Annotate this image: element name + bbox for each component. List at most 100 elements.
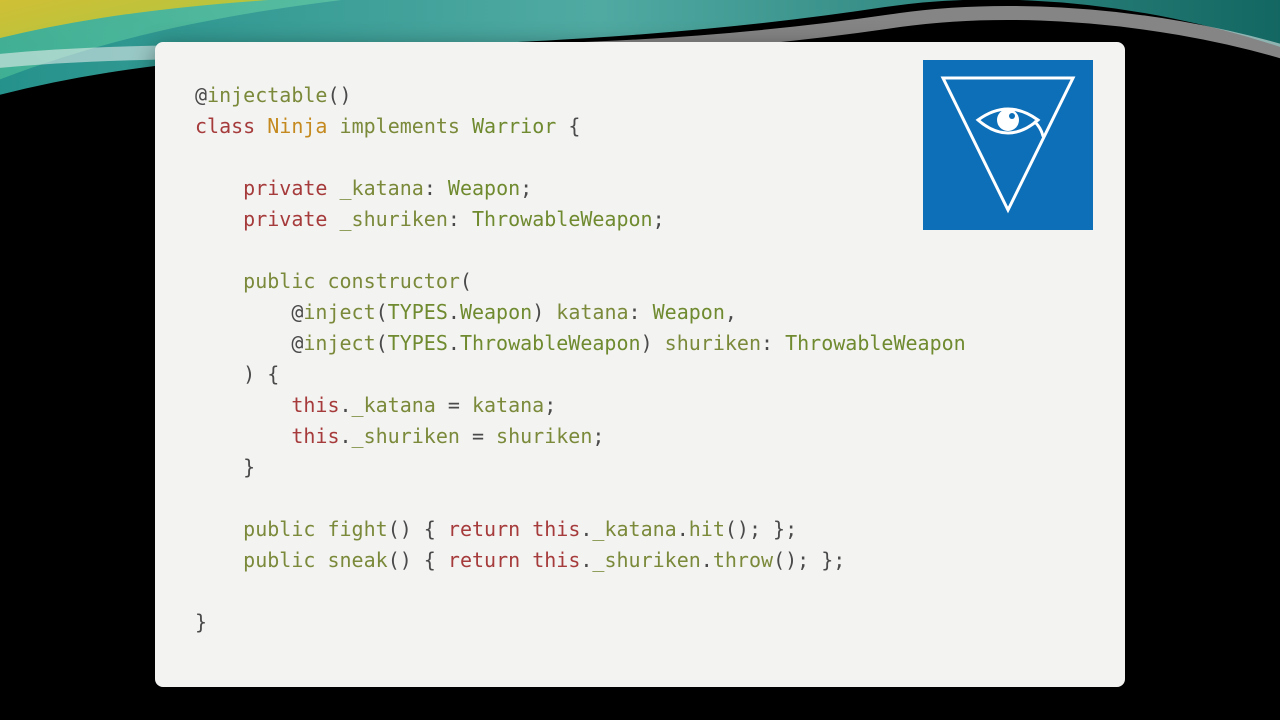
code-token: @ (291, 331, 303, 355)
code-token: : (424, 176, 448, 200)
code-token: this (291, 424, 339, 448)
code-line: private _shuriken: ThrowableWeapon; (195, 207, 665, 231)
code-token: ; (544, 393, 556, 417)
code-token: _katana (352, 393, 436, 417)
code-token (327, 207, 339, 231)
code-token (520, 548, 532, 572)
code-token: ; (592, 424, 604, 448)
code-token: () (327, 83, 351, 107)
code-token: TYPES (388, 300, 448, 324)
code-line: class Ninja implements Warrior { (195, 114, 580, 138)
code-token: public (243, 548, 315, 572)
code-token (255, 114, 267, 138)
code-token: @ (195, 83, 207, 107)
code-line: this._katana = katana; (195, 393, 556, 417)
code-token: ; (520, 176, 532, 200)
code-line: public sneak() { return this._shuriken.t… (195, 548, 845, 572)
code-token: . (340, 424, 352, 448)
code-token (556, 114, 568, 138)
code-token: ThrowableWeapon (472, 207, 653, 231)
code-token: } (195, 610, 207, 634)
code-token: (); }; (725, 517, 797, 541)
code-line: this._shuriken = shuriken; (195, 424, 604, 448)
code-token (195, 455, 243, 479)
code-token: Warrior (472, 114, 556, 138)
code-token: shuriken (496, 424, 592, 448)
code-token: class (195, 114, 255, 138)
code-token: ThrowableWeapon (785, 331, 966, 355)
code-token: return (448, 517, 520, 541)
code-token (195, 424, 291, 448)
code-line: @inject(TYPES.ThrowableWeapon) shuriken:… (195, 331, 966, 355)
code-line: @inject(TYPES.Weapon) katana: Weapon, (195, 300, 737, 324)
code-line: public fight() { return this._katana.hit… (195, 517, 797, 541)
code-token: public (243, 269, 315, 293)
code-token: : (629, 300, 653, 324)
inversifyjs-logo (923, 60, 1093, 230)
code-token: (); }; (773, 548, 845, 572)
code-token (195, 393, 291, 417)
code-token: katana (556, 300, 628, 324)
code-token: , (725, 300, 737, 324)
code-token: _shuriken (352, 424, 460, 448)
code-token: ThrowableWeapon (460, 331, 641, 355)
code-token: this (291, 393, 339, 417)
code-token: @ (291, 300, 303, 324)
code-token: public (243, 517, 315, 541)
code-token (195, 269, 243, 293)
code-token: ( (376, 331, 388, 355)
code-token (195, 176, 243, 200)
code-token: katana (472, 393, 544, 417)
code-token: hit (689, 517, 725, 541)
code-token: return (448, 548, 520, 572)
code-token: throw (713, 548, 773, 572)
code-token: _katana (592, 517, 676, 541)
code-token: shuriken (665, 331, 761, 355)
code-line: ) { (195, 362, 279, 386)
code-token (315, 269, 327, 293)
code-token (327, 114, 339, 138)
code-line: public constructor( (195, 269, 472, 293)
code-token: ; (653, 207, 665, 231)
code-token: _shuriken (340, 207, 448, 231)
code-token (195, 517, 243, 541)
code-token: . (448, 300, 460, 324)
code-line: private _katana: Weapon; (195, 176, 532, 200)
code-token: inject (303, 331, 375, 355)
code-token: injectable (207, 83, 327, 107)
code-token: constructor (327, 269, 459, 293)
code-token (195, 207, 243, 231)
code-line: } (195, 610, 207, 634)
code-token: : (448, 207, 472, 231)
code-token (195, 331, 291, 355)
code-token: ) { (243, 362, 279, 386)
code-token: } (243, 455, 255, 479)
code-token (195, 362, 243, 386)
code-token: _katana (340, 176, 424, 200)
code-token: private (243, 207, 327, 231)
code-token: . (580, 548, 592, 572)
code-token: ) (641, 331, 665, 355)
code-token: . (677, 517, 689, 541)
code-token: implements (340, 114, 460, 138)
code-token (520, 517, 532, 541)
code-token: . (448, 331, 460, 355)
code-token: () { (388, 548, 448, 572)
code-token: inject (303, 300, 375, 324)
code-token: ) (532, 300, 556, 324)
code-token: . (580, 517, 592, 541)
code-card: @injectable() class Ninja implements War… (155, 42, 1125, 687)
code-token: Weapon (653, 300, 725, 324)
code-token: Weapon (448, 176, 520, 200)
code-token (195, 300, 291, 324)
code-token (195, 548, 243, 572)
code-token: ( (460, 269, 472, 293)
code-token: { (568, 114, 580, 138)
code-token (315, 548, 327, 572)
code-token (460, 114, 472, 138)
code-token: Ninja (267, 114, 327, 138)
code-token: this (532, 517, 580, 541)
code-token (327, 176, 339, 200)
code-token (315, 517, 327, 541)
code-token: TYPES (388, 331, 448, 355)
